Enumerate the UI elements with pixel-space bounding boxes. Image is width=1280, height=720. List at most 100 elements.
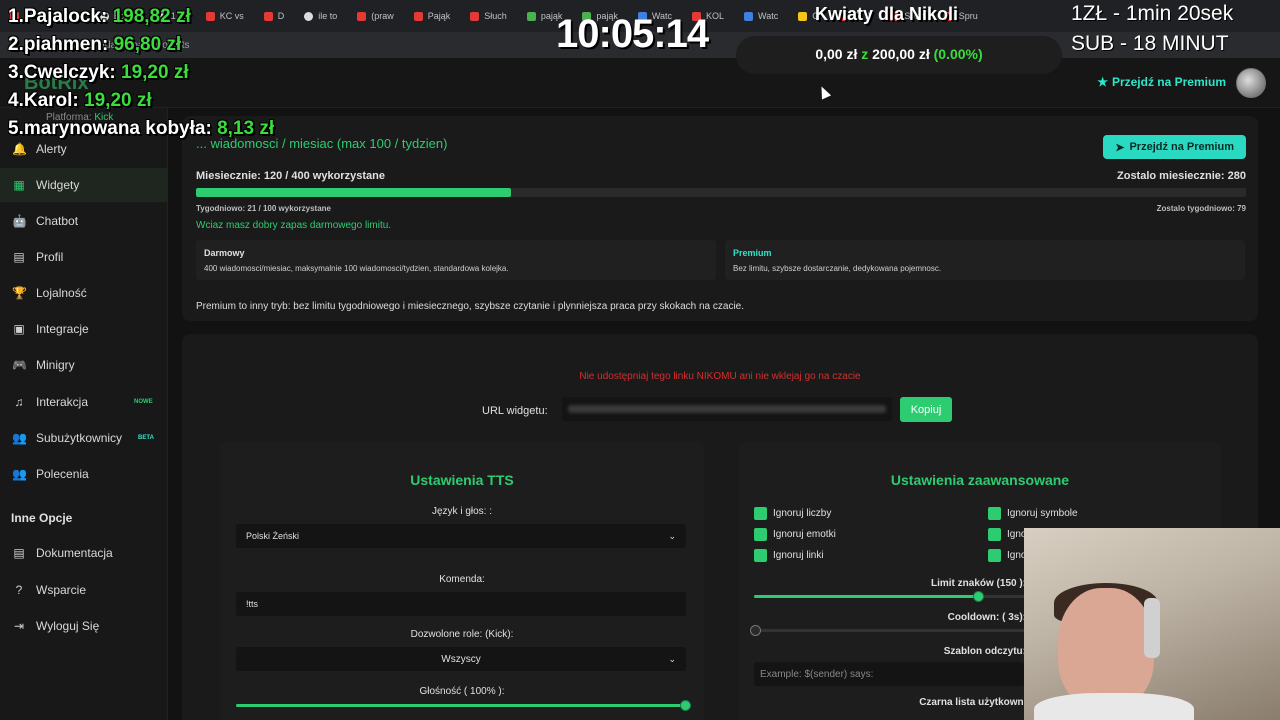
donor-amount: 19,20 zł xyxy=(121,62,189,83)
favicon-icon xyxy=(357,11,367,21)
sidebar-item-minigry[interactable]: 🎮 Minigry xyxy=(0,348,168,382)
stream-clock: 10:05:14 xyxy=(556,12,709,56)
monthly-remaining: Zostalo miesiecznie: 280 xyxy=(1117,170,1246,182)
volume-slider-fill xyxy=(236,704,686,707)
checkbox-ignore-other[interactable]: Igno xyxy=(988,528,1026,541)
monthly-usage: Miesiecznie: 120 / 400 wykorzystane xyxy=(196,170,385,182)
donor-name: 2.piahmen: xyxy=(8,34,109,55)
browser-tab[interactable]: (praw xyxy=(347,4,404,28)
sidebar-item-interakcja[interactable]: ♫ Interakcja NOWE xyxy=(0,385,168,419)
voice-select[interactable]: Polski Żeński ⌄ xyxy=(236,524,686,548)
sidebar-item-dokumentacja[interactable]: ▤ Dokumentacja xyxy=(0,536,168,570)
sidebar-item-wyloguj-si-[interactable]: ⇥ Wyloguj Się xyxy=(0,609,168,643)
advanced-settings-title: Ustawienia zaawansowane xyxy=(890,472,1070,488)
sidebar-item-label: Alerty xyxy=(36,142,67,156)
sidebar-item-label: Minigry xyxy=(36,358,75,372)
checkbox-ignore-symbols[interactable]: Ignoruj symbole xyxy=(988,507,1078,520)
bell-icon: 🔔 xyxy=(12,142,27,156)
sidebar-item-chatbot[interactable]: 🤖 Chatbot xyxy=(0,204,168,238)
blacklist-label: Czarna lista użytkownik xyxy=(919,697,1032,708)
checkbox-box xyxy=(754,507,767,520)
donor-row: 2.piahmen: 96,80 zł xyxy=(8,34,181,56)
monthly-progress-fill xyxy=(196,188,511,197)
favicon-icon xyxy=(526,11,536,21)
volume-slider-thumb[interactable] xyxy=(680,700,691,711)
browser-tab[interactable]: Słuch xyxy=(460,4,517,28)
other-options-heading: Inne Opcje xyxy=(11,511,73,525)
browser-tab[interactable]: Watc xyxy=(734,4,788,28)
trophy-icon: 🏆 xyxy=(12,286,27,300)
plug-icon: ▣ xyxy=(13,322,25,336)
rocket-icon: ➤ xyxy=(1115,141,1125,154)
sidebar-item-widgety[interactable]: ▦ Widgety xyxy=(0,168,168,202)
checkbox-label: Ignoruj liczby xyxy=(773,508,832,519)
char-limit-thumb[interactable] xyxy=(973,591,984,602)
sidebar-item-lojalno-[interactable]: 🏆 Lojalność xyxy=(0,276,168,310)
sidebar-item-label: Wyloguj Się xyxy=(36,619,100,633)
checkbox-ignore-other-2[interactable]: Igno xyxy=(988,549,1026,562)
browser-tab-label: (praw xyxy=(371,11,394,21)
goal-percent: (0.00%) xyxy=(933,46,983,62)
browser-tab[interactable]: D xyxy=(254,4,295,28)
sidebar-item-label: Dokumentacja xyxy=(36,546,113,560)
limits-card: ... wiadomosci / miesiac (max 100 / tydz… xyxy=(182,116,1258,321)
browser-tab[interactable]: Pająk xyxy=(404,4,461,28)
star-icon: ★ xyxy=(1097,75,1108,89)
weekly-usage: Tygodniowo: 21 / 100 wykorzystane xyxy=(196,204,331,213)
char-limit-fill xyxy=(754,595,979,598)
checkbox-ignore-links[interactable]: Ignoruj linki xyxy=(754,549,824,562)
checkbox-ignore-numbers[interactable]: Ignoruj liczby xyxy=(754,507,831,520)
premium-link-label: Przejdź na Premium xyxy=(1111,75,1226,89)
browser-tab-label: KC vs xyxy=(219,11,244,21)
donor-row: 1.Pajalock: 198,82 zł xyxy=(8,6,191,28)
avatar[interactable] xyxy=(1236,68,1266,98)
headset-icon xyxy=(1144,598,1160,658)
sidebar-item-wsparcie[interactable]: ? Wsparcie xyxy=(0,573,168,607)
free-plan-description: 400 wiadomosci/miesiac, maksymalnie 100 … xyxy=(204,264,509,273)
roles-select[interactable]: Wszyscy ⌄ xyxy=(236,647,686,671)
cooldown-thumb[interactable] xyxy=(750,625,761,636)
sidebar-item-profil[interactable]: ▤ Profil xyxy=(0,240,168,274)
widget-url-label: URL widgetu: xyxy=(482,405,548,417)
goal-title: Kwiaty dla Nikoli xyxy=(815,4,959,24)
browser-tab[interactable]: ile to xyxy=(294,4,347,28)
browser-tab-label: ile to xyxy=(318,11,338,21)
browser-tab[interactable]: KC vs xyxy=(196,4,254,28)
sidebar-item-label: Lojalność xyxy=(36,286,87,300)
template-input[interactable]: Example: $(sender) says: xyxy=(754,662,1024,686)
free-plan-name: Darmowy xyxy=(204,248,245,258)
grid-icon: ▦ xyxy=(13,178,25,192)
sidebar-item-polecenia[interactable]: 👥 Polecenia xyxy=(0,457,168,491)
copy-button[interactable]: Kopiuj xyxy=(900,397,952,422)
music-icon: ♫ xyxy=(14,395,24,409)
favicon-icon xyxy=(744,11,754,21)
favicon-icon xyxy=(304,11,314,21)
voice-label: Język i głos: : xyxy=(431,506,493,517)
premium-link[interactable]: ★ Przejdź na Premium xyxy=(1097,75,1226,89)
browser-tab-label: Spru xyxy=(958,11,978,21)
roles-value: Wszyscy xyxy=(441,653,481,665)
command-label: Komenda: xyxy=(439,574,485,585)
sidebar-item-label: Chatbot xyxy=(36,214,79,228)
widget-url-field[interactable] xyxy=(562,397,892,421)
blurred-url xyxy=(568,405,886,413)
checkbox-ignore-emotes[interactable]: Ignoruj emotki xyxy=(754,528,836,541)
sidebar: Platforma: Kick Inne Opcje 🔔 Alerty ▦ Widge… xyxy=(0,108,181,720)
roles-label: Dozwolone role: (Kick): xyxy=(410,629,514,640)
sidebar-item-label: Interakcja xyxy=(36,395,89,409)
premium-button[interactable]: ➤ Przejdź na Premium xyxy=(1103,135,1246,159)
volume-label: Głośność ( 100% ): xyxy=(419,686,505,697)
goal-progress-text: 0,00 zł z 200,00 zł (0.00%) xyxy=(736,46,1062,62)
sidebar-item-label: Profil xyxy=(36,250,64,264)
browser-tab-label: D xyxy=(277,11,285,21)
url-warning: Nie udostępniaj tego linku NIKOMU ani ni… xyxy=(579,371,861,382)
cooldown-label: Cooldown: ( 3s): xyxy=(947,612,1026,623)
sidebar-item-subu-ytkownicy[interactable]: 👥SubużytkownicyBETA⌄ xyxy=(0,421,181,455)
checkbox-label: Ignoruj emotki xyxy=(773,529,836,540)
chevron-down-icon: ⌄ xyxy=(668,530,676,541)
command-input[interactable]: !tts xyxy=(236,592,686,616)
robot-icon: 🤖 xyxy=(12,214,27,228)
donor-row: 5.marynowana kobyła: 8,13 zł xyxy=(8,118,274,140)
favicon-icon xyxy=(470,11,480,21)
sidebar-item-integracje[interactable]: ▣ Integracje xyxy=(0,312,168,346)
